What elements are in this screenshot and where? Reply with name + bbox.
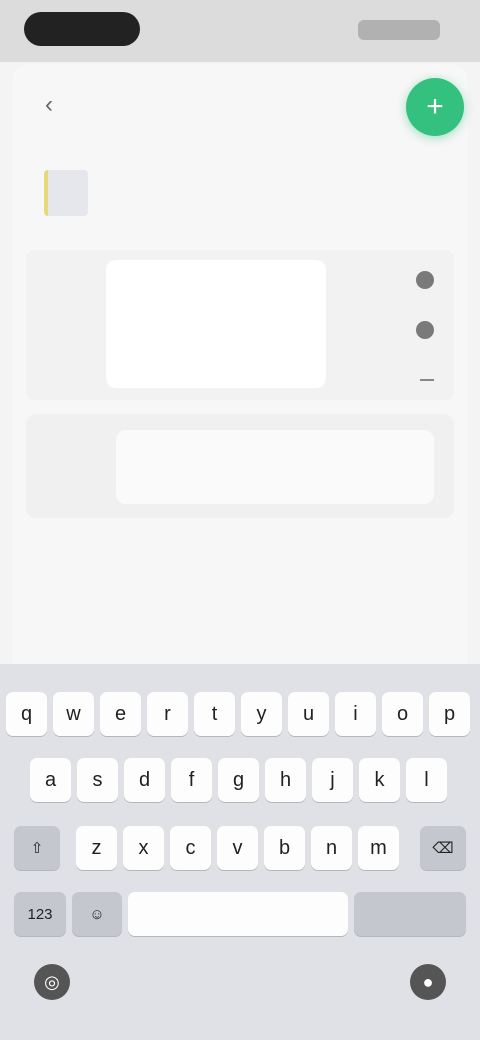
key-q[interactable]: q xyxy=(6,692,47,736)
form-text-input[interactable] xyxy=(106,260,326,388)
key-b[interactable]: b xyxy=(264,826,305,870)
key-v[interactable]: v xyxy=(217,826,258,870)
navigation-bar: ‹ + xyxy=(12,64,468,148)
key-x[interactable]: x xyxy=(123,826,164,870)
globe-icon: ◎ xyxy=(44,971,60,992)
key-y[interactable]: y xyxy=(241,692,282,736)
globe-button[interactable]: ◎ xyxy=(34,964,70,1000)
delete-key[interactable]: ⌫ xyxy=(420,826,466,870)
backspace-icon: ⌫ xyxy=(432,840,454,857)
key-w[interactable]: w xyxy=(53,692,94,736)
option-1-icon xyxy=(416,271,434,289)
return-key[interactable] xyxy=(354,892,466,936)
key-p[interactable]: p xyxy=(429,692,470,736)
compose-sheet: ‹ + xyxy=(12,64,468,664)
key-i[interactable]: i xyxy=(335,692,376,736)
note-card xyxy=(26,414,454,518)
key-n[interactable]: n xyxy=(311,826,352,870)
attached-document[interactable] xyxy=(36,164,446,224)
key-d[interactable]: d xyxy=(124,758,165,802)
emoji-icon: ☺ xyxy=(89,905,105,923)
form-text-field[interactable] xyxy=(106,260,326,388)
microphone-button[interactable]: ● xyxy=(410,964,446,1000)
option-2[interactable] xyxy=(416,318,442,342)
key-z[interactable]: z xyxy=(76,826,117,870)
keyboard-row-3: ⇧ ⌫ zxcvbnm xyxy=(0,826,480,874)
microphone-icon: ● xyxy=(422,971,434,992)
key-g[interactable]: g xyxy=(218,758,259,802)
key-j[interactable]: j xyxy=(312,758,353,802)
key-t[interactable]: t xyxy=(194,692,235,736)
key-u[interactable]: u xyxy=(288,692,329,736)
key-f[interactable]: f xyxy=(171,758,212,802)
form-card xyxy=(26,250,454,400)
shift-key[interactable]: ⇧ xyxy=(14,826,60,870)
keyboard-row-2: asdfghjkl xyxy=(0,758,480,806)
status-time xyxy=(24,12,140,46)
status-indicators xyxy=(358,20,440,40)
keyboard-row-1: qwertyuiop xyxy=(0,692,480,740)
shift-icon: ⇧ xyxy=(30,840,44,857)
back-chevron-icon: ‹ xyxy=(45,91,53,118)
key-o[interactable]: o xyxy=(382,692,423,736)
option-1[interactable] xyxy=(416,268,442,292)
space-key[interactable] xyxy=(128,892,348,936)
numbers-key[interactable]: 123 xyxy=(14,892,66,936)
key-e[interactable]: e xyxy=(100,692,141,736)
key-h[interactable]: h xyxy=(265,758,306,802)
key-r[interactable]: r xyxy=(147,692,188,736)
key-c[interactable]: c xyxy=(170,826,211,870)
keyboard-row-4: 123 ☺ xyxy=(0,892,480,940)
note-input[interactable] xyxy=(116,430,434,504)
option-2-icon xyxy=(416,321,434,339)
note-field[interactable] xyxy=(116,430,434,504)
key-k[interactable]: k xyxy=(359,758,400,802)
option-3-icon xyxy=(420,379,434,381)
status-bar xyxy=(0,0,480,62)
key-a[interactable]: a xyxy=(30,758,71,802)
add-button[interactable]: + xyxy=(406,78,464,136)
option-3[interactable] xyxy=(420,368,442,392)
keyboard: qwertyuiop asdfghjkl ⇧ ⌫ zxcvbnm 123 ☺ ◎… xyxy=(0,664,480,1040)
key-s[interactable]: s xyxy=(77,758,118,802)
key-m[interactable]: m xyxy=(358,826,399,870)
document-thumbnail xyxy=(44,170,88,216)
plus-icon: + xyxy=(426,90,444,123)
emoji-key[interactable]: ☺ xyxy=(72,892,122,936)
key-l[interactable]: l xyxy=(406,758,447,802)
back-button[interactable]: ‹ xyxy=(34,90,64,120)
